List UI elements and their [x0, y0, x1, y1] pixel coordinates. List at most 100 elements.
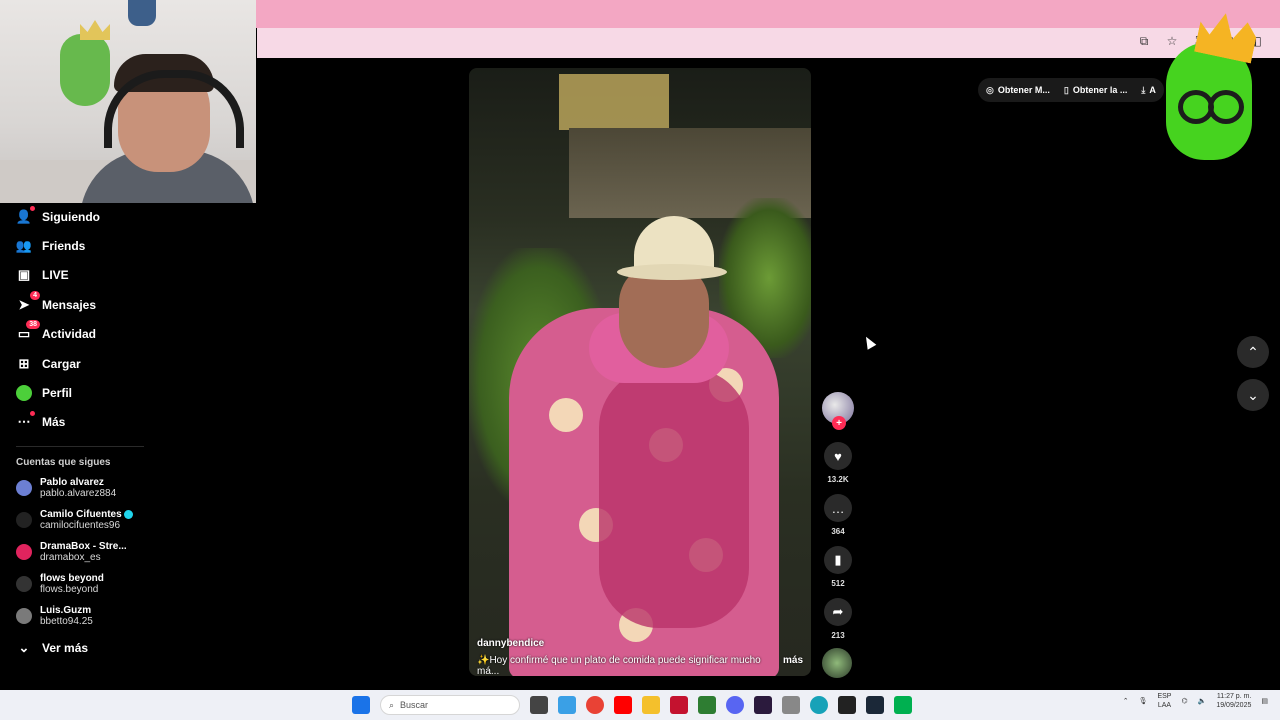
app-red-icon[interactable]	[670, 696, 688, 714]
task-view-icon[interactable]	[530, 696, 548, 714]
top-right-chips: ◎ Obtener M... ▯ Obtener la ... ⤓ A	[978, 78, 1164, 102]
chip-get-app[interactable]: ◎ Obtener M...	[986, 85, 1050, 96]
previous-video-button[interactable]: ⌃	[1237, 336, 1269, 368]
follow-plus-icon[interactable]: +	[832, 416, 846, 430]
account-avatar	[16, 608, 32, 624]
network-icon[interactable]: ⌬	[1181, 697, 1187, 705]
next-video-button[interactable]: ⌄	[1237, 379, 1269, 411]
see-more-button[interactable]: ⌄ Ver más	[16, 636, 89, 660]
notification-icon[interactable]: ▤	[1261, 697, 1268, 705]
nav-actividad[interactable]: ▭ 38 Actividad	[16, 320, 96, 346]
following-section-title: Cuentas que sigues	[16, 457, 111, 468]
clock-date: 19/09/2025	[1216, 702, 1252, 709]
save-count: 512	[831, 579, 845, 588]
chevron-up-icon[interactable]: ⌃	[1123, 697, 1129, 705]
account-avatar	[16, 544, 32, 560]
nav-cargar[interactable]: ⊞ Cargar	[16, 352, 81, 376]
clock-time: 11:27 p. m.	[1216, 693, 1252, 700]
video-author[interactable]: dannybendice	[477, 638, 544, 649]
copilot-icon[interactable]	[558, 696, 576, 714]
heart-icon[interactable]: ♥	[824, 442, 852, 470]
nav-perfil[interactable]: Perfil	[16, 381, 72, 405]
nav-mas[interactable]: ⋯ Más	[16, 410, 65, 434]
nav-label: LIVE	[42, 268, 69, 282]
upload-icon: ⊞	[18, 356, 30, 371]
verified-badge-icon	[123, 509, 133, 519]
following-account[interactable]: flows beyond flows.beyond	[16, 573, 104, 595]
taskbar-apps: ⌕ Buscar	[352, 695, 912, 715]
following-account[interactable]: Camilo Cifuentes camilocifuentes96	[16, 509, 133, 531]
app-gray-icon[interactable]	[782, 696, 800, 714]
see-more-label: Ver más	[42, 641, 89, 655]
nav-label: Mensajes	[42, 298, 97, 312]
account-name: flows beyond	[40, 573, 104, 584]
video-player[interactable]: dannybendice ✨Hoy confirmé que un plato …	[469, 68, 811, 676]
share-action[interactable]: ➦ 213	[824, 598, 852, 640]
friends-icon: 👥	[15, 238, 33, 253]
account-username: pablo.alvarez884	[40, 488, 117, 499]
person-icon: 👤	[16, 206, 35, 225]
nav-friends[interactable]: 👥 Friends	[16, 234, 85, 258]
share-count: 213	[831, 631, 845, 640]
like-action[interactable]: ♥ 13.2K	[824, 442, 852, 484]
nav-label: Siguiendo	[42, 210, 100, 224]
windows-start-icon[interactable]	[352, 696, 370, 714]
video-hat-brim	[617, 264, 727, 280]
download-icon: ⤓	[1141, 84, 1146, 95]
chevron-down-icon: ⌄	[1247, 386, 1259, 403]
discord-icon[interactable]	[726, 696, 744, 714]
bookmark-star-icon[interactable]: ☆	[1164, 33, 1180, 49]
account-avatar	[16, 576, 32, 592]
volume-icon[interactable]: 🔈	[1198, 697, 1207, 705]
obs-green-icon[interactable]	[894, 696, 912, 714]
bookmark-icon[interactable]: ▮	[824, 546, 852, 574]
share-icon[interactable]: ➦	[824, 598, 852, 626]
nav-live[interactable]: ▣ LIVE	[16, 263, 69, 287]
webcam-overlay	[0, 0, 256, 203]
search-placeholder: Buscar	[400, 700, 429, 710]
activity-icon: ▭ 38	[16, 320, 40, 342]
chrome-icon[interactable]	[586, 696, 604, 714]
caption-more-link[interactable]: más	[783, 655, 803, 676]
chip-download[interactable]: ⤓ A	[1141, 85, 1155, 96]
webcam-vase	[128, 0, 156, 26]
following-account[interactable]: Luis.Guzm bbetto94.25	[16, 605, 93, 627]
following-account[interactable]: Pablo alvarez pablo.alvarez884	[16, 477, 116, 499]
youtube-icon[interactable]	[614, 696, 632, 714]
avatar-icon	[16, 385, 32, 401]
cast-icon[interactable]: ⧉	[1136, 33, 1152, 49]
nav-mensajes[interactable]: ➤ 4 Mensajes	[16, 291, 97, 317]
account-username: camilocifuentes96	[40, 520, 121, 531]
webcam-alien-mask	[60, 34, 110, 106]
video-building	[559, 74, 669, 130]
phone-icon: ▯	[1063, 84, 1069, 95]
steam-icon[interactable]	[866, 696, 884, 714]
file-explorer-icon[interactable]	[642, 696, 660, 714]
chevron-up-icon: ⌃	[1247, 343, 1259, 360]
clock[interactable]: 11:27 p. m. 19/09/2025	[1216, 692, 1251, 710]
comment-icon[interactable]: …	[824, 494, 852, 522]
music-disc-icon[interactable]	[822, 648, 852, 678]
chip-get-mobile[interactable]: ▯ Obtener la ...	[1064, 85, 1127, 96]
microphone-icon[interactable]: 🎙	[1139, 697, 1148, 705]
save-action[interactable]: ▮ 512	[824, 546, 852, 588]
account-username: dramabox_es	[40, 552, 101, 563]
epic-games-icon[interactable]	[838, 696, 856, 714]
comment-action[interactable]: … 364	[824, 494, 852, 536]
browser-address-bar[interactable]	[257, 28, 1280, 58]
excel-icon[interactable]	[698, 696, 716, 714]
following-account[interactable]: DramaBox - Stre... dramabox_es	[16, 541, 127, 563]
taskbar-search[interactable]: ⌕ Buscar	[380, 695, 520, 715]
nav-label: Friends	[42, 239, 86, 253]
premiere-icon[interactable]	[754, 696, 772, 714]
nav-siguiendo[interactable]: 👤 Siguiendo	[16, 205, 100, 229]
more-icon: ⋯	[16, 411, 35, 430]
chevron-down-icon: ⌄	[18, 640, 30, 655]
nav-label: Perfil	[42, 386, 73, 400]
edge-icon[interactable]	[810, 696, 828, 714]
search-icon: ⌕	[389, 699, 395, 710]
notification-dot	[30, 411, 35, 416]
mascot-glasses	[1178, 90, 1244, 124]
nav-label: Cargar	[42, 357, 81, 371]
language-indicator[interactable]: ESP LAA	[1157, 692, 1171, 710]
